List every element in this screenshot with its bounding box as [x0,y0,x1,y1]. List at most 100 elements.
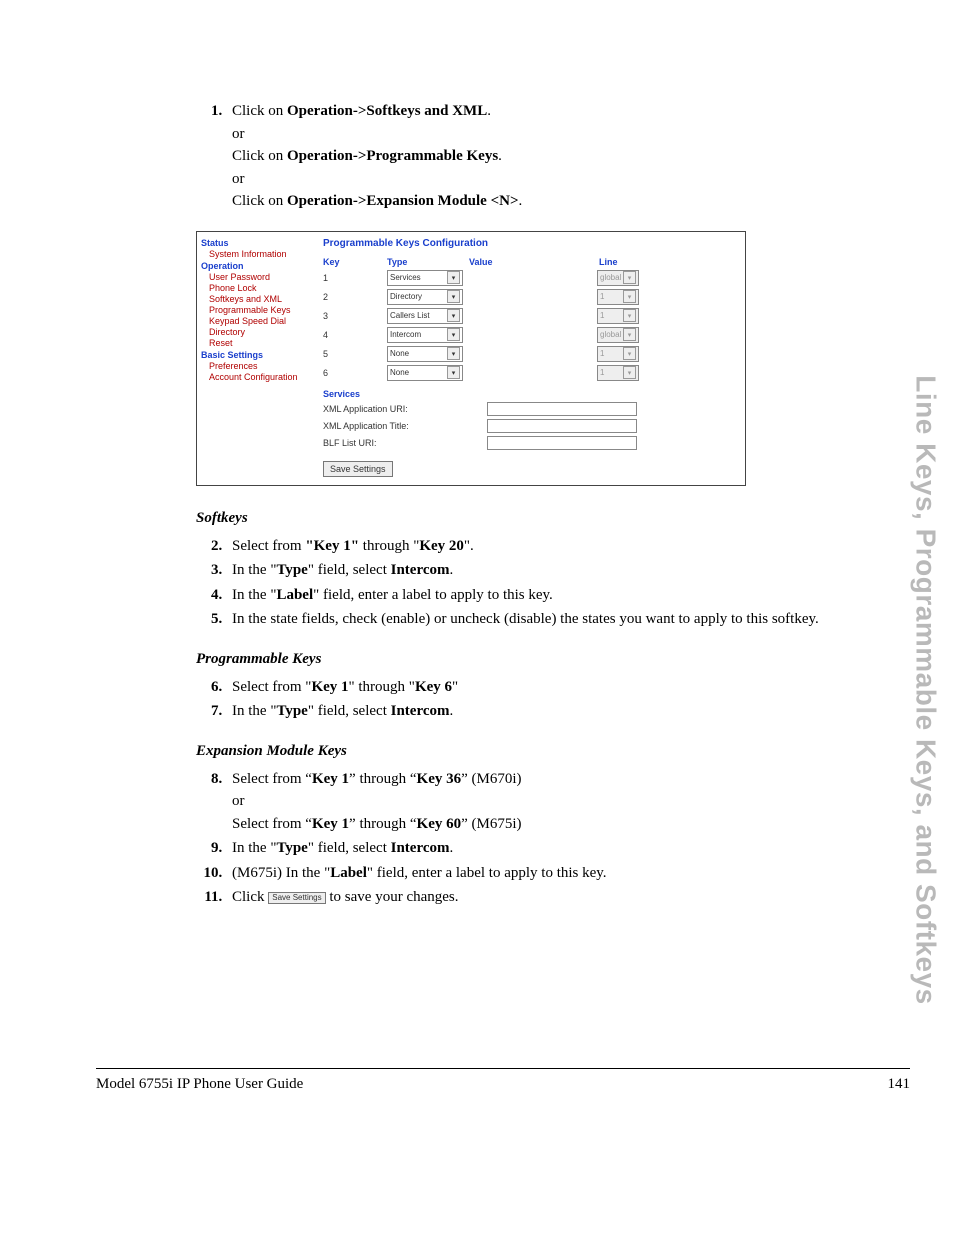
chevron-down-icon: ▾ [447,290,460,303]
figure-title: Programmable Keys Configuration [323,238,739,249]
step-10: (M675i) In the "Label" field, enter a la… [226,862,836,885]
t: Key 1 [312,771,349,787]
label-xmltitle: XML Application Title: [323,421,487,431]
chevron-down-icon: ▾ [623,366,636,379]
chevron-down-icon: ▾ [447,309,460,322]
type-select[interactable]: None▾ [387,346,463,362]
nav-status: Status [201,238,313,248]
step-9: In the "Type" field, select Intercom. [226,837,836,860]
chevron-down-icon: ▾ [447,271,460,284]
t: or [232,793,245,809]
chevron-down-icon: ▾ [447,328,460,341]
side-chapter-text: Line Keys, Programmable Keys, and Softke… [910,375,942,1004]
line-select[interactable]: global▾ [597,270,639,286]
nav-acct: Account Configuration [209,372,313,382]
type-select[interactable]: Directory▾ [387,289,463,305]
step-1-path-b: Operation->Programmable Keys [287,148,498,164]
type-select[interactable]: Services▾ [387,270,463,286]
key-number: 1 [323,273,387,283]
t: " field, select [308,562,391,578]
chevron-down-icon: ▾ [623,347,636,360]
t: Key 1 [311,679,348,695]
t: ” (M675i) [461,816,521,832]
input-blf[interactable] [487,436,637,450]
step-3: In the "Type" field, select Intercom. [226,559,836,582]
step-1-or-b: or [232,171,245,187]
t: Click [232,889,268,905]
step-2: Select from "Key 1" through "Key 20". [226,535,836,558]
t: " field, enter a label to apply to this … [313,587,553,603]
t: In the " [232,840,276,856]
step-11: Click Save Settings to save your changes… [226,886,836,909]
type-select[interactable]: Callers List▾ [387,308,463,324]
t: ” through “ [349,771,416,787]
t: Label [330,865,367,881]
key-row: 1Services▾ global▾ [323,270,739,286]
input-xmluri[interactable] [487,402,637,416]
chevron-down-icon: ▾ [623,271,636,284]
step-1-or-a: or [232,126,245,142]
nav-basic: Basic Settings [201,350,313,360]
nav-keypad: Keypad Speed Dial [209,316,313,326]
services-row: BLF List URI: [323,436,739,450]
t: In the state fields, check (enable) or u… [232,611,819,627]
key-row: 2Directory▾ 1▾ [323,289,739,305]
t: Key 20 [419,538,464,554]
line-select[interactable]: 1▾ [597,308,639,324]
key-row: 6None▾ 1▾ [323,365,739,381]
line-select[interactable]: 1▾ [597,289,639,305]
t: In the " [232,587,276,603]
key-number: 2 [323,292,387,302]
key-number: 4 [323,330,387,340]
step-1-text-b: Click on [232,148,287,164]
t: ". [464,538,474,554]
line-select[interactable]: global▾ [597,327,639,343]
key-row: 4Intercom▾ global▾ [323,327,739,343]
footer-page: 141 [888,1076,911,1093]
services-row: XML Application Title: [323,419,739,433]
services-row: XML Application URI: [323,402,739,416]
t: . [450,703,454,719]
step-1-path-a: Operation->Softkeys and XML [287,103,487,119]
step-1: Click on Operation->Softkeys and XML. or… [226,100,836,213]
figure-nav: Status System Information Operation User… [197,232,315,485]
step-1-text: Click on [232,103,287,119]
t: . [450,562,454,578]
t: to save your changes. [326,889,459,905]
side-chapter-label: Line Keys, Programmable Keys, and Softke… [908,280,944,1100]
t: Label [276,587,313,603]
t: "Key 1" [305,538,359,554]
col-type: Type [387,257,469,267]
step-8: Select from “Key 1” through “Key 36” (M6… [226,768,836,836]
line-select[interactable]: 1▾ [597,365,639,381]
chevron-down-icon: ▾ [447,347,460,360]
key-row: 5None▾1▾ [323,346,739,362]
chevron-down-icon: ▾ [623,309,636,322]
input-xmltitle[interactable] [487,419,637,433]
figure-programmable-keys: Status System Information Operation User… [196,231,746,486]
nav-progkeys: Programmable Keys [209,305,313,315]
key-number: 6 [323,368,387,378]
t: ” (M670i) [461,771,521,787]
nav-softxml: Softkeys and XML [209,294,313,304]
step-6: Select from "Key 1" through "Key 6" [226,676,836,699]
save-settings-button[interactable]: Save Settings [323,461,393,477]
t: Key 6 [415,679,452,695]
t: Select from [232,538,305,554]
chevron-down-icon: ▾ [623,328,636,341]
type-select[interactable]: None▾ [387,365,463,381]
step-5: In the state fields, check (enable) or u… [226,608,836,631]
col-value: Value [469,257,599,267]
t: Key 60 [417,816,462,832]
t: Type [276,840,307,856]
t: Intercom [391,703,450,719]
t: In the " [232,703,276,719]
col-line: Line [599,257,643,267]
line-select[interactable]: 1▾ [597,346,639,362]
t: " [452,679,458,695]
type-select[interactable]: Intercom▾ [387,327,463,343]
nav-userpw: User Password [209,272,313,282]
chevron-down-icon: ▾ [447,366,460,379]
footer-rule [96,1068,910,1069]
label-blf: BLF List URI: [323,438,487,448]
